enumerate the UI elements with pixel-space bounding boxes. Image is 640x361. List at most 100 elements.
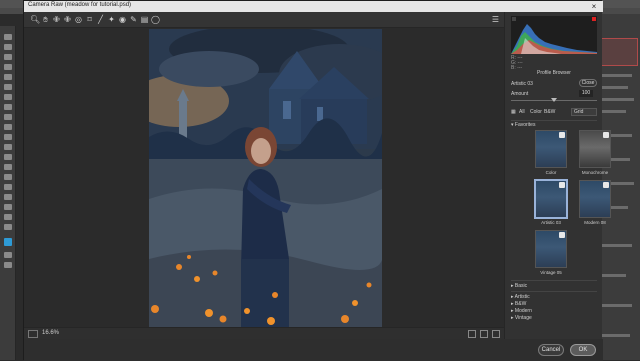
color-swatches-icon[interactable] <box>4 238 12 246</box>
crop-icon[interactable]: ⌑ <box>85 15 94 24</box>
favorite-star-icon[interactable] <box>559 182 565 188</box>
straighten-icon[interactable]: ╱ <box>96 15 105 24</box>
amount-slider-thumb[interactable] <box>551 98 557 102</box>
profile-thumb-monochrome[interactable] <box>579 130 611 168</box>
section-vintage[interactable]: ▸ Vintage <box>511 315 532 321</box>
preview-image[interactable] <box>149 29 382 327</box>
path-select-tool-icon[interactable] <box>4 194 12 200</box>
amount-value-field[interactable]: 100 <box>579 90 593 97</box>
navigator-thumbnail <box>600 38 638 66</box>
close-icon[interactable]: × <box>585 1 603 12</box>
divider <box>511 291 597 292</box>
marquee-tool-icon[interactable] <box>4 44 12 50</box>
dialog-footer <box>24 339 603 361</box>
panel-row <box>602 274 626 277</box>
cancel-button[interactable]: Cancel <box>538 344 564 356</box>
history-brush-tool-icon[interactable] <box>4 124 12 130</box>
open-preferences-icon[interactable]: ☰ <box>491 15 500 24</box>
highlight-clipping-icon[interactable] <box>592 17 596 21</box>
favorite-star-icon[interactable] <box>603 182 609 188</box>
profile-name: Artistic 03 <box>511 81 533 87</box>
dodge-tool-icon[interactable] <box>4 164 12 170</box>
image-canvas[interactable] <box>24 28 504 327</box>
spot-removal-icon[interactable]: ✦ <box>107 15 116 24</box>
shape-tool-icon[interactable] <box>4 204 12 210</box>
section-label: Modern <box>514 308 532 314</box>
zoom-level[interactable]: 16.6% <box>42 330 59 336</box>
shadow-clipping-icon[interactable] <box>512 17 516 21</box>
amount-label: Amount <box>511 91 529 97</box>
eyedropper-tool-icon[interactable] <box>4 84 12 90</box>
photo-illustration <box>149 29 382 327</box>
hand-tool-icon[interactable] <box>4 214 12 220</box>
color-sampler-icon[interactable]: ✙ <box>63 15 72 24</box>
panel-row <box>602 244 632 247</box>
profile-thumb-modern-08[interactable] <box>579 180 611 218</box>
section-artistic[interactable]: ▸ Artistic <box>511 294 530 300</box>
zoom-icon[interactable]: 🔍︎ <box>30 15 40 24</box>
stamp-tool-icon[interactable] <box>4 114 12 120</box>
toggle-settings-icon[interactable] <box>492 330 500 338</box>
targeted-adjustment-icon[interactable]: ◎ <box>74 15 83 24</box>
zoom-tool-icon[interactable] <box>4 224 12 230</box>
adjustment-brush-icon[interactable]: ✎ <box>129 15 138 24</box>
grid-view-icon[interactable]: ▦ <box>511 108 516 117</box>
red-eye-icon[interactable]: ◉ <box>118 15 127 24</box>
section-label: Vintage <box>514 315 532 321</box>
panel-row <box>602 304 632 307</box>
move-tool-icon[interactable] <box>4 34 12 40</box>
favorites-section-header[interactable]: ▾ Favorites <box>511 122 535 128</box>
divider <box>511 120 597 121</box>
favorite-star-icon[interactable] <box>559 232 565 238</box>
favorite-star-icon[interactable] <box>603 132 609 138</box>
lasso-tool-icon[interactable] <box>4 54 12 60</box>
view-select-value: Grid <box>574 109 584 115</box>
gradient-tool-icon[interactable] <box>4 144 12 150</box>
blur-tool-icon[interactable] <box>4 154 12 160</box>
section-modern[interactable]: ▸ Modern <box>511 308 532 314</box>
type-tool-icon[interactable] <box>4 184 12 190</box>
eraser-tool-icon[interactable] <box>4 134 12 140</box>
before-after-icon[interactable] <box>468 330 476 338</box>
profile-thumb-color[interactable] <box>535 130 567 168</box>
profile-thumb-artistic-03[interactable] <box>534 179 568 219</box>
quick-select-tool-icon[interactable] <box>4 64 12 70</box>
profile-thumb-vintage-05[interactable] <box>535 230 567 268</box>
radial-filter-icon[interactable]: ◯ <box>151 15 160 24</box>
pen-tool-icon[interactable] <box>4 174 12 180</box>
canvas-status-bar: 16.6% <box>24 327 504 339</box>
screen-mode-icon[interactable] <box>4 262 12 268</box>
close-profile-browser-button[interactable]: Close <box>579 79 597 87</box>
profile-thumb-label: Modern 08 <box>584 220 606 225</box>
healing-tool-icon[interactable] <box>4 94 12 100</box>
section-bw[interactable]: ▸ B&W <box>511 301 526 307</box>
histogram-graph <box>511 17 597 54</box>
hand-icon[interactable]: ✋︎ <box>41 15 50 24</box>
brush-tool-icon[interactable] <box>4 104 12 110</box>
filter-bw[interactable]: B&W <box>544 108 555 117</box>
ok-button[interactable]: OK <box>570 344 596 356</box>
filter-color[interactable]: Color <box>530 108 542 117</box>
panel-row <box>602 74 632 77</box>
section-label: Basic <box>514 283 528 289</box>
view-select[interactable]: Grid <box>571 108 597 116</box>
filter-all[interactable]: All <box>519 108 525 117</box>
camera-raw-dialog: Camera Raw (meadow for tutorial.psd) × 🔍… <box>23 0 611 361</box>
panel-row <box>602 98 634 101</box>
profile-thumb-label: Monochrome <box>581 170 609 175</box>
white-balance-icon[interactable]: ✙ <box>52 15 61 24</box>
crop-tool-icon[interactable] <box>4 74 12 80</box>
quick-mask-icon[interactable] <box>4 252 12 258</box>
profile-thumb-label: Artistic 03 <box>541 220 561 225</box>
section-label: Artistic <box>514 294 530 300</box>
swap-settings-icon[interactable] <box>480 330 488 338</box>
section-basic[interactable]: ▸ Basic <box>511 283 527 289</box>
right-panel: R: --- G: --- B: --- Profile Browser Art… <box>504 12 611 339</box>
dialog-title: Camera Raw (meadow for tutorial.psd) <box>28 2 132 8</box>
favorite-star-icon[interactable] <box>559 132 565 138</box>
zoom-level-menu-icon[interactable] <box>28 330 38 338</box>
profile-thumb-label: Color <box>545 170 557 175</box>
profile-browser-title: Profile Browser <box>537 70 571 76</box>
panel-row <box>602 110 626 113</box>
graduated-filter-icon[interactable]: ▤ <box>140 15 149 24</box>
